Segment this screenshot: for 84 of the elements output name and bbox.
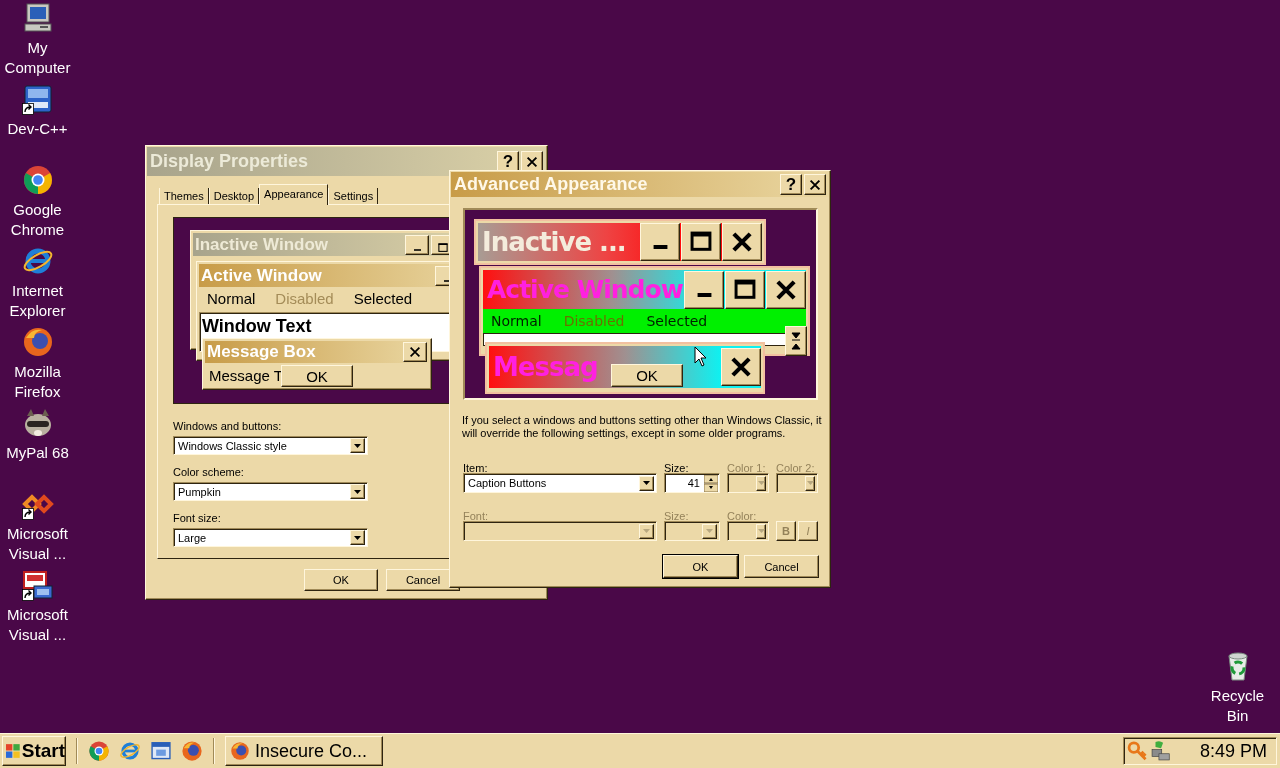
desktop-icon-label[interactable]: Microsoft Visual ... bbox=[0, 605, 75, 645]
start-button[interactable]: Start bbox=[2, 736, 66, 766]
menu-item: Disabled bbox=[275, 289, 334, 307]
caret-icon bbox=[354, 535, 361, 540]
minimize-button[interactable] bbox=[640, 223, 680, 261]
close-icon bbox=[808, 177, 822, 192]
window-title: Advanced Appearance bbox=[454, 174, 649, 195]
desktop-icon-label[interactable]: Recycle Bin bbox=[1200, 686, 1275, 726]
windows-logo-icon bbox=[6, 744, 20, 758]
window-icon[interactable] bbox=[150, 740, 172, 762]
caret-icon bbox=[643, 481, 650, 485]
window-text: Window Text bbox=[202, 316, 312, 336]
menu-item: Disabled bbox=[563, 313, 625, 329]
browser-icon[interactable] bbox=[181, 740, 203, 762]
desktop-icon-label[interactable]: Google Chrome bbox=[0, 200, 75, 240]
scroll-button[interactable] bbox=[785, 326, 807, 356]
close-button[interactable] bbox=[804, 174, 826, 195]
scroll-arrows-icon bbox=[791, 330, 801, 352]
field-label: Font: bbox=[463, 510, 490, 523]
dialog-button[interactable]: OK bbox=[663, 555, 738, 578]
minimize-button[interactable] bbox=[684, 270, 724, 309]
dialog-button[interactable]: Cancel bbox=[744, 555, 819, 578]
clock: 8:49 PM bbox=[1199, 740, 1267, 762]
field-label: Font size: bbox=[173, 512, 222, 525]
window-title: Inactive Window bbox=[195, 234, 330, 255]
tab[interactable]: Settings bbox=[328, 188, 379, 204]
minimize-icon bbox=[696, 292, 712, 297]
browser-icon[interactable] bbox=[119, 740, 141, 762]
dropdown-field[interactable]: Windows Classic style bbox=[173, 436, 368, 455]
browser-icon bbox=[230, 741, 250, 761]
field-label: Size: bbox=[664, 510, 690, 523]
close-button[interactable] bbox=[403, 342, 427, 362]
help-button[interactable]: ? bbox=[780, 174, 802, 195]
desktop-icon-label[interactable]: Internet Explorer bbox=[0, 281, 75, 321]
ok-button[interactable]: OK bbox=[281, 365, 353, 388]
caret-icon bbox=[354, 443, 361, 448]
caret-icon bbox=[757, 481, 765, 485]
close-icon bbox=[408, 345, 422, 359]
maximize-button[interactable] bbox=[681, 223, 721, 261]
close-button[interactable] bbox=[766, 270, 806, 309]
close-button[interactable] bbox=[722, 223, 762, 261]
minimize-icon bbox=[443, 279, 451, 282]
desktop-icon-label[interactable]: MyPal 68 bbox=[6, 443, 69, 463]
close-icon bbox=[525, 154, 539, 169]
desktop-icon-label[interactable]: Mozilla Firefox bbox=[0, 362, 75, 402]
browser-icon[interactable] bbox=[88, 740, 110, 762]
desktop-icon-label[interactable]: Microsoft Visual ... bbox=[0, 524, 75, 564]
caret-icon bbox=[354, 489, 361, 494]
minimize-icon bbox=[652, 245, 668, 249]
ok-button[interactable]: OK bbox=[611, 364, 683, 387]
window-title: Messag bbox=[493, 352, 598, 382]
mouse-pointer-icon bbox=[694, 346, 708, 367]
field-label: Size: bbox=[664, 462, 690, 475]
field-label: Color 1: bbox=[727, 462, 767, 475]
caret-icon bbox=[806, 481, 814, 485]
minimize-icon bbox=[413, 248, 421, 251]
instruction-text: If you select a windows and buttons setting other than Windows Classic, it will override the following settings, except in some older programs. bbox=[462, 414, 823, 440]
window-title: Active Window bbox=[201, 265, 323, 286]
field-label: Color scheme: bbox=[173, 466, 245, 479]
field-label: Color: bbox=[727, 510, 758, 523]
close-button[interactable] bbox=[721, 348, 761, 386]
caret-icon bbox=[757, 529, 765, 533]
field-label: Item: bbox=[463, 462, 489, 475]
taskbar-button[interactable]: Insecure Co... bbox=[225, 736, 383, 766]
desktop-icon-label[interactable]: My Computer bbox=[0, 38, 75, 78]
tab[interactable]: Appearance bbox=[259, 184, 329, 205]
network-icon[interactable] bbox=[1150, 740, 1172, 762]
field-label: Color 2: bbox=[776, 462, 816, 475]
caret-icon bbox=[706, 529, 713, 533]
dropdown-field[interactable]: Pumpkin bbox=[173, 482, 368, 501]
dialog-button[interactable]: OK bbox=[304, 569, 378, 591]
spin-arrows-icon bbox=[704, 474, 718, 492]
window-title: Inactive ... bbox=[482, 227, 626, 257]
desktop-icon-label[interactable]: Dev-C++ bbox=[7, 119, 68, 139]
maximize-button[interactable] bbox=[725, 270, 765, 309]
window-title: Message Box bbox=[207, 342, 317, 362]
maximize-icon bbox=[437, 241, 449, 254]
number-field[interactable]: 41 bbox=[664, 473, 720, 493]
caret-icon bbox=[643, 529, 650, 533]
window-title: Display Properties bbox=[150, 151, 310, 172]
tab[interactable]: Themes bbox=[159, 188, 209, 204]
dropdown-field[interactable]: Large bbox=[173, 528, 368, 547]
dropdown-field[interactable]: Caption Buttons bbox=[463, 473, 657, 493]
field-label: Windows and buttons: bbox=[173, 420, 283, 433]
